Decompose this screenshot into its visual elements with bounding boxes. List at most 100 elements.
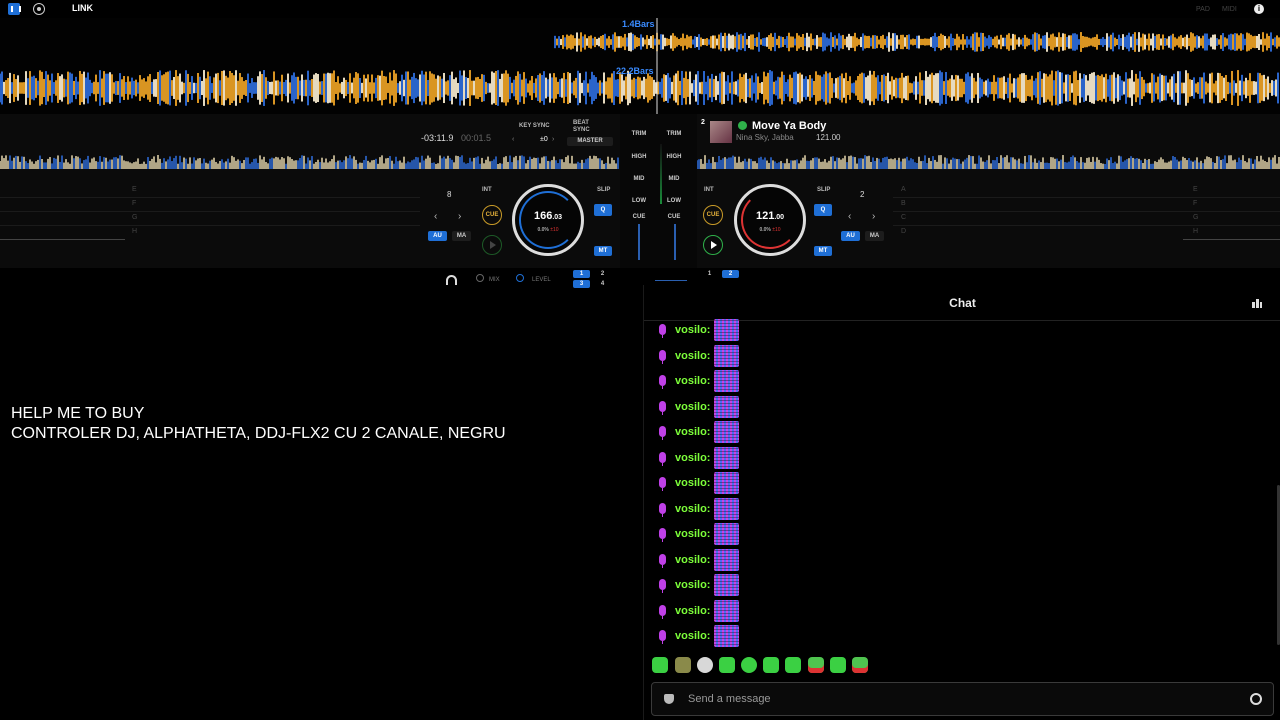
shield-icon bbox=[664, 694, 674, 704]
emote-icon[interactable] bbox=[852, 657, 868, 673]
pad-letter-c: C bbox=[901, 214, 907, 221]
level-meter bbox=[660, 144, 662, 204]
trim-label-2: TRIM bbox=[666, 131, 682, 137]
right-channel-2-button[interactable]: 2 bbox=[722, 270, 739, 278]
deck1-loop-next-icon[interactable]: › bbox=[458, 211, 461, 222]
deck1-ma-button[interactable]: MA bbox=[452, 231, 471, 241]
emote-icon bbox=[714, 523, 739, 545]
chat-username[interactable]: vosilo: bbox=[675, 350, 710, 362]
deck1-master-button[interactable]: MASTER bbox=[567, 137, 613, 146]
pad-mode-label[interactable]: PAD bbox=[1196, 6, 1210, 13]
deck2-quantize-button[interactable]: Q bbox=[814, 204, 832, 216]
channel-2-button[interactable]: 2 bbox=[594, 270, 611, 278]
emote-icon bbox=[714, 395, 739, 418]
emote-icon[interactable] bbox=[785, 657, 801, 673]
deck2-au-button[interactable]: AU bbox=[841, 231, 860, 241]
deck1-mt-button[interactable]: MT bbox=[594, 246, 612, 256]
deck2-jog-wheel[interactable]: 121.00 0.0% ±10 bbox=[734, 184, 806, 256]
key-down-icon[interactable]: ‹ bbox=[512, 136, 514, 143]
deck1-track-grid: E F G H bbox=[0, 184, 420, 242]
right-channel-1-button[interactable]: 1 bbox=[701, 270, 718, 278]
deck1-int-label[interactable]: INT bbox=[482, 187, 492, 193]
deck2-track-grid: A B C D E F G H bbox=[893, 184, 1280, 242]
chat-username[interactable]: vosilo: bbox=[675, 477, 710, 489]
deck2-cue-button[interactable]: CUE bbox=[703, 205, 723, 225]
deck1-play-button[interactable] bbox=[482, 235, 502, 255]
deck1-slip-button[interactable]: SLIP bbox=[597, 187, 610, 193]
channel-3-button[interactable]: 3 bbox=[573, 280, 590, 288]
cue-label-2[interactable]: CUE bbox=[664, 214, 684, 220]
info-icon[interactable]: i bbox=[1254, 4, 1264, 14]
deck2-loop-prev-icon[interactable]: ‹ bbox=[848, 211, 851, 222]
emote-icon[interactable] bbox=[808, 657, 824, 673]
emote-icon[interactable] bbox=[652, 657, 668, 673]
deck2-mt-button[interactable]: MT bbox=[814, 246, 832, 256]
deck1-au-button[interactable]: AU bbox=[428, 231, 447, 241]
deck1-quantize-button[interactable]: Q bbox=[594, 204, 612, 216]
emote-icon[interactable] bbox=[719, 657, 735, 673]
chat-username[interactable]: vosilo: bbox=[675, 554, 710, 566]
deck2-play-button[interactable] bbox=[703, 235, 723, 255]
deck1-beat-sync-button[interactable]: BEAT SYNC bbox=[573, 120, 593, 134]
chat-username[interactable]: vosilo: bbox=[675, 630, 710, 642]
deck2-slip-button[interactable]: SLIP bbox=[817, 187, 830, 193]
level-knob[interactable] bbox=[516, 274, 524, 282]
deck2-overview-waveform[interactable] bbox=[696, 149, 1280, 173]
headphones-icon[interactable] bbox=[446, 275, 457, 285]
waveform-display[interactable]: 1.4Bars 22.2Bars bbox=[0, 18, 1280, 114]
deck1-bpm: 166 bbox=[533, 210, 553, 222]
deck1-cue-button[interactable]: CUE bbox=[482, 205, 502, 225]
mid-label-1: MID bbox=[633, 176, 645, 182]
emoji-icon[interactable] bbox=[1250, 693, 1262, 705]
chat-input[interactable]: Send a message bbox=[651, 682, 1274, 716]
chat-username[interactable]: vosilo: bbox=[675, 324, 710, 336]
chat-username[interactable]: vosilo: bbox=[675, 426, 710, 438]
deck2-loaded-icon bbox=[738, 121, 747, 130]
chat-username[interactable]: vosilo: bbox=[675, 528, 710, 540]
pad-letter-h: H bbox=[132, 228, 138, 235]
channel1-fader[interactable] bbox=[638, 224, 640, 260]
midi-mode-label[interactable]: MIDI bbox=[1222, 6, 1237, 13]
chat-username[interactable]: vosilo: bbox=[675, 503, 710, 515]
deck2-ma-button[interactable]: MA bbox=[865, 231, 884, 241]
chat-username[interactable]: vosilo: bbox=[675, 605, 710, 617]
channel-1-button[interactable]: 1 bbox=[573, 270, 590, 278]
deck1-loop-value: 8 bbox=[447, 190, 452, 199]
chat-username[interactable]: vosilo: bbox=[675, 579, 710, 591]
deck2-int-label[interactable]: INT bbox=[704, 187, 714, 193]
deck2-album-art bbox=[710, 121, 732, 143]
emote-icon[interactable] bbox=[763, 657, 779, 673]
crossfader[interactable] bbox=[655, 280, 687, 281]
link-button[interactable]: LINK bbox=[72, 3, 93, 13]
badge-icon bbox=[659, 324, 666, 338]
deck1-loop-prev-icon[interactable]: ‹ bbox=[434, 211, 437, 222]
emote-icon bbox=[714, 344, 739, 367]
channel-4-button[interactable]: 4 bbox=[594, 280, 611, 288]
overlay-line-1: HELP ME TO BUY bbox=[11, 405, 145, 422]
channel2-fader[interactable] bbox=[674, 224, 676, 260]
deck2-loop-value: 2 bbox=[860, 190, 865, 199]
chat-username[interactable]: vosilo: bbox=[675, 401, 710, 413]
badge-icon bbox=[659, 477, 666, 491]
app-logo-icon[interactable] bbox=[8, 3, 21, 15]
chat-username[interactable]: vosilo: bbox=[675, 452, 710, 464]
emote-icon[interactable] bbox=[697, 657, 713, 673]
record-icon[interactable] bbox=[33, 3, 45, 15]
deck1-jog-wheel[interactable]: 166.03 0.0% ±10 bbox=[512, 184, 584, 256]
mid-label-2: MID bbox=[668, 176, 680, 182]
cue-label-1[interactable]: CUE bbox=[629, 214, 649, 220]
emote-icon[interactable] bbox=[830, 657, 846, 673]
chat-username[interactable]: vosilo: bbox=[675, 375, 710, 387]
deck1-pitch: 0.0% bbox=[537, 227, 549, 233]
chat-panel: Chat vosilo: vosilo: vosilo: vosilo: vosilo:… bbox=[643, 285, 1280, 720]
badge-icon bbox=[659, 375, 666, 389]
deck2-loop-next-icon[interactable]: › bbox=[872, 211, 875, 222]
deck1-key-sync-label[interactable]: KEY SYNC bbox=[519, 123, 550, 129]
badge-icon bbox=[659, 553, 666, 568]
emote-icon[interactable] bbox=[741, 657, 757, 673]
deck1-overview-waveform[interactable] bbox=[0, 149, 620, 173]
mix-knob[interactable] bbox=[476, 274, 484, 282]
community-icon[interactable] bbox=[1251, 297, 1263, 309]
emote-icon[interactable] bbox=[675, 657, 691, 673]
key-up-icon[interactable]: › bbox=[552, 136, 554, 143]
